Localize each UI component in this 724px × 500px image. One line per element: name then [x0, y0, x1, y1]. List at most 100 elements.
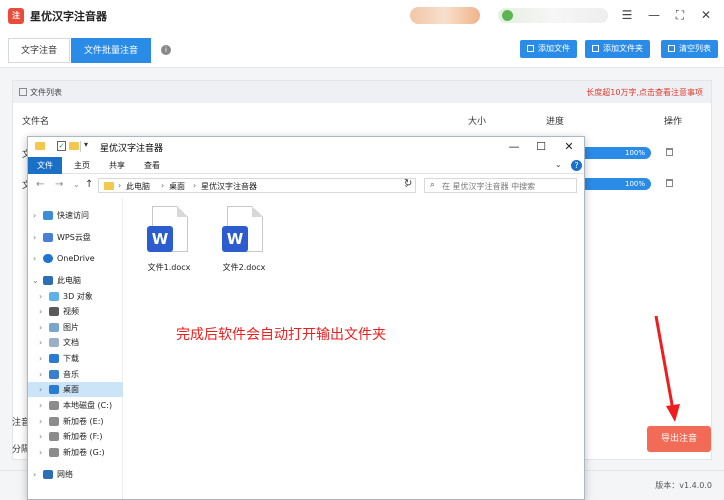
- maximize-icon[interactable]: ☐: [530, 139, 552, 155]
- cloud-icon: [43, 233, 53, 242]
- computer-icon: [43, 276, 53, 285]
- nav-item-drive-f[interactable]: › 新加卷 (F:): [28, 429, 123, 444]
- file-item[interactable]: W 文件2.docx: [209, 206, 279, 286]
- trash-icon[interactable]: [666, 148, 673, 156]
- nav-label: 文档: [63, 338, 79, 347]
- nav-label: 音乐: [63, 370, 79, 379]
- explorer-window: ✓ ▾ 星优汉字注音器 — ☐ ✕ 文件 主页 共享 查看 ⌄ ? ← → ⌄ …: [27, 136, 585, 500]
- column-action: 操作: [664, 117, 683, 127]
- nav-label: 本地磁盘 (C:): [63, 401, 113, 410]
- add-folder-button[interactable]: 添加文件夹: [585, 40, 650, 58]
- chevron-right-icon[interactable]: ›: [39, 445, 42, 460]
- properties-icon[interactable]: ✓: [57, 141, 66, 151]
- clear-list-label: 清空列表: [679, 44, 711, 53]
- file-item[interactable]: W 文件1.docx: [134, 206, 204, 286]
- chevron-right-icon[interactable]: ›: [33, 251, 36, 266]
- chevron-right-icon[interactable]: ›: [39, 289, 42, 304]
- chevron-right-icon[interactable]: ›: [39, 304, 42, 319]
- close-icon[interactable]: ✕: [558, 139, 580, 155]
- chevron-right-icon[interactable]: ›: [39, 367, 42, 382]
- account-pill[interactable]: [410, 7, 480, 24]
- minimize-icon[interactable]: —: [503, 139, 525, 155]
- page-fold: [177, 206, 188, 217]
- chevron-right-icon[interactable]: ›: [39, 351, 42, 366]
- search-icon: ⌕: [430, 180, 436, 190]
- ribbon-tab-file[interactable]: 文件: [28, 157, 62, 174]
- chevron-right-icon[interactable]: ›: [161, 181, 164, 190]
- user-info-pill[interactable]: [498, 8, 608, 23]
- chevron-right-icon[interactable]: ›: [39, 429, 42, 444]
- user-avatar-icon[interactable]: [502, 10, 513, 21]
- search-placeholder: 在 星优汉字注音器 中搜索: [442, 182, 536, 191]
- chevron-right-icon[interactable]: ›: [33, 230, 36, 245]
- chevron-right-icon[interactable]: ›: [39, 382, 42, 397]
- nav-item-music[interactable]: › 音乐: [28, 367, 123, 382]
- search-input[interactable]: ⌕ 在 星优汉字注音器 中搜索: [424, 178, 577, 193]
- chevron-right-icon[interactable]: ›: [39, 335, 42, 350]
- address-row: ← → ⌄ ↑ › 此电脑 › 桌面 › 星优汉字注音器 ⌄ ↻ ⌕ 在 星优汉…: [28, 175, 584, 197]
- nav-item-3d-objects[interactable]: › 3D 对象: [28, 289, 123, 304]
- chevron-right-icon[interactable]: ›: [39, 320, 42, 335]
- nav-item-wps-cloud[interactable]: › WPS云盘: [28, 230, 123, 245]
- nav-item-drive-c[interactable]: › 本地磁盘 (C:): [28, 398, 123, 413]
- chevron-down-icon[interactable]: ⌄: [32, 273, 39, 288]
- version-label: 版本：v1.4.0.0: [655, 481, 712, 490]
- nav-item-downloads[interactable]: › 下载: [28, 351, 123, 366]
- chevron-right-icon[interactable]: ›: [118, 181, 121, 190]
- chevron-right-icon[interactable]: ›: [33, 208, 36, 223]
- forward-icon[interactable]: →: [55, 179, 63, 190]
- nav-item-network[interactable]: › 网络: [28, 467, 123, 482]
- chevron-right-icon[interactable]: ›: [33, 467, 36, 482]
- quick-access-dropdown-icon[interactable]: ▾: [84, 140, 88, 149]
- breadcrumb-folder[interactable]: 星优汉字注音器: [201, 181, 257, 192]
- close-icon[interactable]: ✕: [696, 6, 716, 24]
- tab-batch-annotation[interactable]: 文件批量注音: [71, 38, 152, 63]
- add-file-icon: [527, 45, 534, 52]
- page-fold: [252, 206, 263, 217]
- ribbon-tab-home[interactable]: 主页: [65, 157, 99, 174]
- nav-item-this-pc[interactable]: ⌄ 此电脑: [28, 273, 123, 288]
- ribbon-tab-view[interactable]: 查看: [135, 157, 169, 174]
- maximize-icon[interactable]: ⛶: [670, 6, 690, 24]
- navigation-pane: › 快速访问 › WPS云盘 › OneDrive ⌄ 此电脑 › 3D 对象 …: [28, 198, 123, 499]
- nav-item-drive-e[interactable]: › 新加卷 (E:): [28, 414, 123, 429]
- nav-item-desktop[interactable]: › 桌面: [28, 382, 123, 397]
- breadcrumb-this-pc[interactable]: 此电脑: [126, 181, 150, 192]
- chevron-right-icon[interactable]: ›: [39, 414, 42, 429]
- info-icon[interactable]: i: [161, 45, 171, 55]
- nav-item-pictures[interactable]: › 图片: [28, 320, 123, 335]
- add-file-button[interactable]: 添加文件: [520, 40, 577, 58]
- ribbon-tab-share[interactable]: 共享: [100, 157, 134, 174]
- menu-icon[interactable]: ☰: [617, 6, 637, 24]
- video-icon: [49, 307, 59, 316]
- nav-item-videos[interactable]: › 视频: [28, 304, 123, 319]
- download-icon: [49, 354, 59, 363]
- trash-icon[interactable]: [666, 179, 673, 187]
- minimize-icon[interactable]: —: [644, 6, 664, 24]
- help-icon[interactable]: ?: [571, 160, 582, 171]
- chevron-right-icon[interactable]: ›: [193, 181, 196, 190]
- nav-item-quick-access[interactable]: › 快速访问: [28, 208, 123, 223]
- column-size: 大小: [468, 117, 487, 127]
- nav-item-onedrive[interactable]: › OneDrive: [28, 251, 123, 266]
- tab-text-annotation[interactable]: 文字注音: [8, 38, 71, 63]
- clear-list-icon: [668, 45, 675, 52]
- refresh-icon[interactable]: ↻: [404, 178, 412, 189]
- length-tip-link[interactable]: 长度超10万字,点击查看注意事项: [586, 87, 703, 98]
- back-icon[interactable]: ←: [36, 179, 44, 190]
- up-icon[interactable]: ↑: [85, 179, 93, 190]
- new-folder-icon[interactable]: [69, 142, 79, 150]
- chevron-down-icon[interactable]: ⌄: [555, 160, 562, 169]
- clear-list-button[interactable]: 清空列表: [661, 40, 718, 58]
- nav-label: WPS云盘: [57, 233, 91, 242]
- nav-item-drive-g[interactable]: › 新加卷 (G:): [28, 445, 123, 460]
- nav-item-documents[interactable]: › 文档: [28, 335, 123, 350]
- drive-icon: [49, 432, 59, 441]
- app-logo-icon: 注: [8, 8, 24, 24]
- nav-label: 视频: [63, 307, 79, 316]
- address-bar[interactable]: › 此电脑 › 桌面 › 星优汉字注音器 ⌄: [98, 178, 416, 193]
- chevron-right-icon[interactable]: ›: [39, 398, 42, 413]
- recent-dropdown-icon[interactable]: ⌄: [73, 180, 80, 189]
- breadcrumb-desktop[interactable]: 桌面: [169, 181, 185, 192]
- nav-label: 此电脑: [57, 276, 81, 285]
